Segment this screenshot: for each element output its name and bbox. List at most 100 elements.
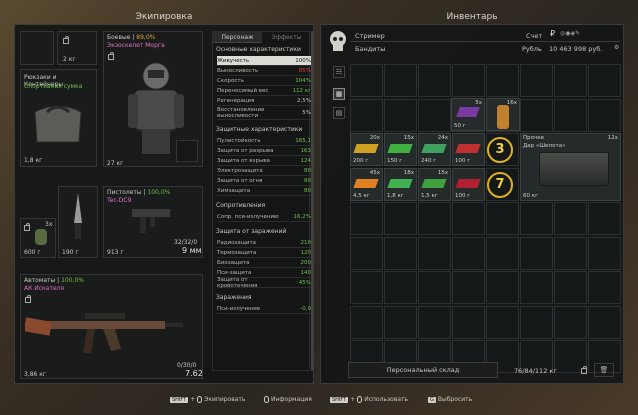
item-image: [353, 144, 379, 153]
pistol-weight: 913 г: [107, 249, 124, 256]
grid-cell[interactable]: [350, 271, 383, 304]
stat-value: 85%: [298, 67, 311, 74]
armor-mod-slot[interactable]: [176, 140, 198, 162]
personal-storage-button[interactable]: Персональный склад: [348, 362, 498, 378]
grid-cell[interactable]: [520, 202, 553, 235]
inventory-item[interactable]: 100 г: [452, 168, 485, 201]
grid-cell[interactable]: [384, 236, 417, 270]
stat-value: 165,1: [295, 137, 311, 144]
inventory-item[interactable]: 15x 150 г: [384, 133, 417, 166]
grid-cell[interactable]: [452, 236, 485, 270]
lock-icon[interactable]: [581, 366, 587, 374]
grid-cell[interactable]: [520, 64, 553, 97]
stat-value: 100%: [295, 57, 311, 64]
grid-cell[interactable]: [452, 305, 485, 339]
grid-cell[interactable]: [418, 305, 451, 339]
armor-slot[interactable]: Боевые | 89,0% Экзоскелет Морга 27 кг: [103, 31, 203, 167]
grid-cell[interactable]: [486, 271, 519, 304]
inventory-item[interactable]: 45x 4,5 кг: [350, 168, 383, 201]
inventory-item[interactable]: 20x 200 г: [350, 133, 383, 166]
grid-cell[interactable]: [384, 202, 417, 235]
grid-cell[interactable]: [350, 236, 383, 270]
knife-slot[interactable]: 190 г: [58, 186, 98, 258]
bag-name: Спортивная сумка: [24, 83, 83, 90]
grid-cell[interactable]: [384, 271, 417, 304]
settings-icon[interactable]: ⚙: [614, 44, 619, 51]
stat-label: Регенерация: [217, 97, 255, 104]
grid-cell[interactable]: [350, 64, 383, 97]
inventory-item[interactable]: 18x 1,8 кг: [384, 168, 417, 201]
inventory-item[interactable]: 5x 50 г: [451, 98, 485, 131]
level-badge[interactable]: 3: [487, 137, 513, 163]
grid-cell[interactable]: [588, 305, 621, 339]
grid-cell[interactable]: [588, 271, 621, 304]
grid-cell[interactable]: [554, 64, 587, 97]
grid-cell[interactable]: [554, 98, 587, 132]
grid-cell[interactable]: [486, 202, 519, 235]
inventory-item[interactable]: 16x: [486, 98, 520, 131]
grid-cell[interactable]: [452, 271, 485, 304]
grid-cell[interactable]: [418, 202, 451, 235]
grid-cell[interactable]: [486, 64, 519, 97]
stat-label: Пулестойкость: [217, 137, 261, 144]
crate-item[interactable]: Прочее 12x Дар «Шепота» 60 кг: [520, 133, 621, 201]
grid-cell[interactable]: [520, 271, 553, 304]
rifle-slot[interactable]: Автоматы | 100,0% АК Искателя 3,86 кг 0/…: [20, 274, 203, 379]
grid-cell[interactable]: [418, 271, 451, 304]
grid-cell[interactable]: [554, 305, 587, 339]
stat-row: Химзащита 80: [217, 186, 311, 196]
inventory-item[interactable]: 15x 1,5 кг: [418, 168, 451, 201]
grid-cell[interactable]: [588, 64, 621, 97]
equipment-title: Экипировка: [135, 12, 193, 22]
grid-cell[interactable]: [418, 236, 451, 270]
grid-cell[interactable]: [350, 98, 383, 132]
grid-cell[interactable]: [384, 64, 417, 97]
grid-cell[interactable]: [384, 305, 417, 339]
lock-icon: [108, 52, 114, 60]
grid-cell[interactable]: [554, 271, 587, 304]
grid-cell[interactable]: [452, 64, 485, 97]
grid-cell[interactable]: [520, 236, 553, 270]
inventory-item[interactable]: 24x 240 г: [418, 133, 451, 166]
grid-cell[interactable]: [554, 236, 587, 270]
stat-value: 80: [304, 187, 311, 194]
tab-effects[interactable]: Эффекты: [262, 32, 311, 43]
grid-cell[interactable]: [384, 98, 417, 132]
currency-label: Рубль: [522, 45, 542, 53]
grid-cell[interactable]: [588, 236, 621, 270]
stat-label: Электрозащита: [217, 167, 263, 174]
grid-cell[interactable]: [418, 64, 451, 97]
currency-icons: ◎◉◈✎: [560, 30, 581, 37]
grid-cell[interactable]: [418, 98, 451, 132]
grid-cell[interactable]: [486, 305, 519, 339]
view-grid-button[interactable]: ▦: [333, 88, 345, 100]
grid-cell[interactable]: [554, 202, 587, 235]
grid-cell[interactable]: [520, 305, 553, 339]
pistol-slot[interactable]: Пистолеты | 100,0% Tec-DC9 913 г 32/32/0…: [103, 186, 203, 258]
grid-cell[interactable]: [452, 202, 485, 235]
helmet-slot[interactable]: [20, 31, 54, 65]
lock-icon: [63, 36, 69, 44]
grid-cell[interactable]: [520, 98, 553, 132]
grid-cell[interactable]: [486, 236, 519, 270]
stat-row: Скорость 104%: [217, 76, 311, 86]
bag-slot[interactable]: Рюкзаки и Контейнеры Спортивная сумка 1,…: [20, 69, 97, 167]
stats-scrollbar[interactable]: [311, 31, 313, 371]
trash-button[interactable]: 🗑: [594, 363, 614, 377]
stats-section-title: Основные характеристики: [216, 46, 301, 53]
inventory-item[interactable]: 100 г: [452, 133, 485, 166]
grenade-slot[interactable]: 3x 600 г: [20, 218, 56, 258]
stat-value: 16,2%: [293, 213, 311, 220]
tab-character[interactable]: Персонаж: [213, 32, 262, 43]
level-badge[interactable]: 7: [487, 172, 513, 198]
stat-label: Пси-защита: [217, 269, 252, 276]
grid-cell[interactable]: [588, 202, 621, 235]
stat-row: Восстановление выносливости 5%: [217, 106, 311, 120]
grid-cell[interactable]: [588, 98, 621, 132]
view-sort-button[interactable]: ▤: [333, 107, 345, 119]
stats-section-title: Сопротивления: [216, 202, 266, 209]
grid-cell[interactable]: [350, 202, 383, 235]
backpack-slot[interactable]: 2 кг: [57, 31, 97, 65]
view-list-button[interactable]: ☷: [333, 66, 345, 78]
grid-cell[interactable]: [350, 305, 383, 339]
